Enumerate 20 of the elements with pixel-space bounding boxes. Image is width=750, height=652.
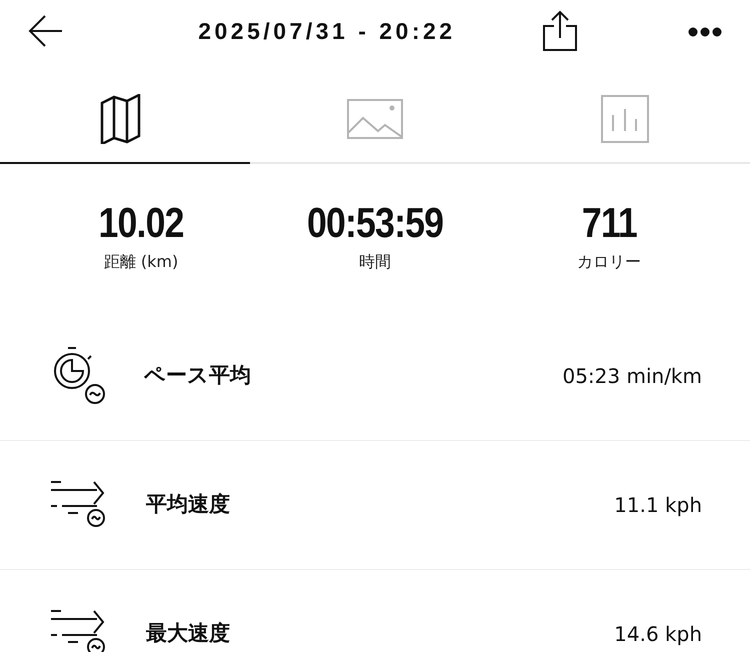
stat-label: 距離 (km) <box>104 251 178 273</box>
stat-label: カロリー <box>577 251 641 273</box>
back-button[interactable] <box>28 15 64 47</box>
activity-date-title: 2025/07/31 - 20:22 <box>198 16 456 46</box>
back-arrow-icon <box>28 15 64 47</box>
metric-label: ペース平均 <box>144 362 251 390</box>
image-icon <box>347 99 403 139</box>
stat-label: 時間 <box>359 251 391 273</box>
share-icon <box>542 10 578 52</box>
metric-label: 最大速度 <box>146 620 230 648</box>
share-button[interactable] <box>542 10 578 52</box>
metric-value: 05:23 min/km <box>562 363 702 390</box>
metric-value: 11.1 kph <box>614 492 702 519</box>
more-icon <box>688 26 722 37</box>
bar-chart-icon <box>601 95 649 143</box>
stat-value: 10.02 <box>98 202 184 244</box>
metric-label: 平均速度 <box>146 491 230 518</box>
stat-value: 711 <box>581 202 637 244</box>
stat-value: 00:53:59 <box>306 202 444 244</box>
metric-value: 14.6 kph <box>614 621 702 648</box>
